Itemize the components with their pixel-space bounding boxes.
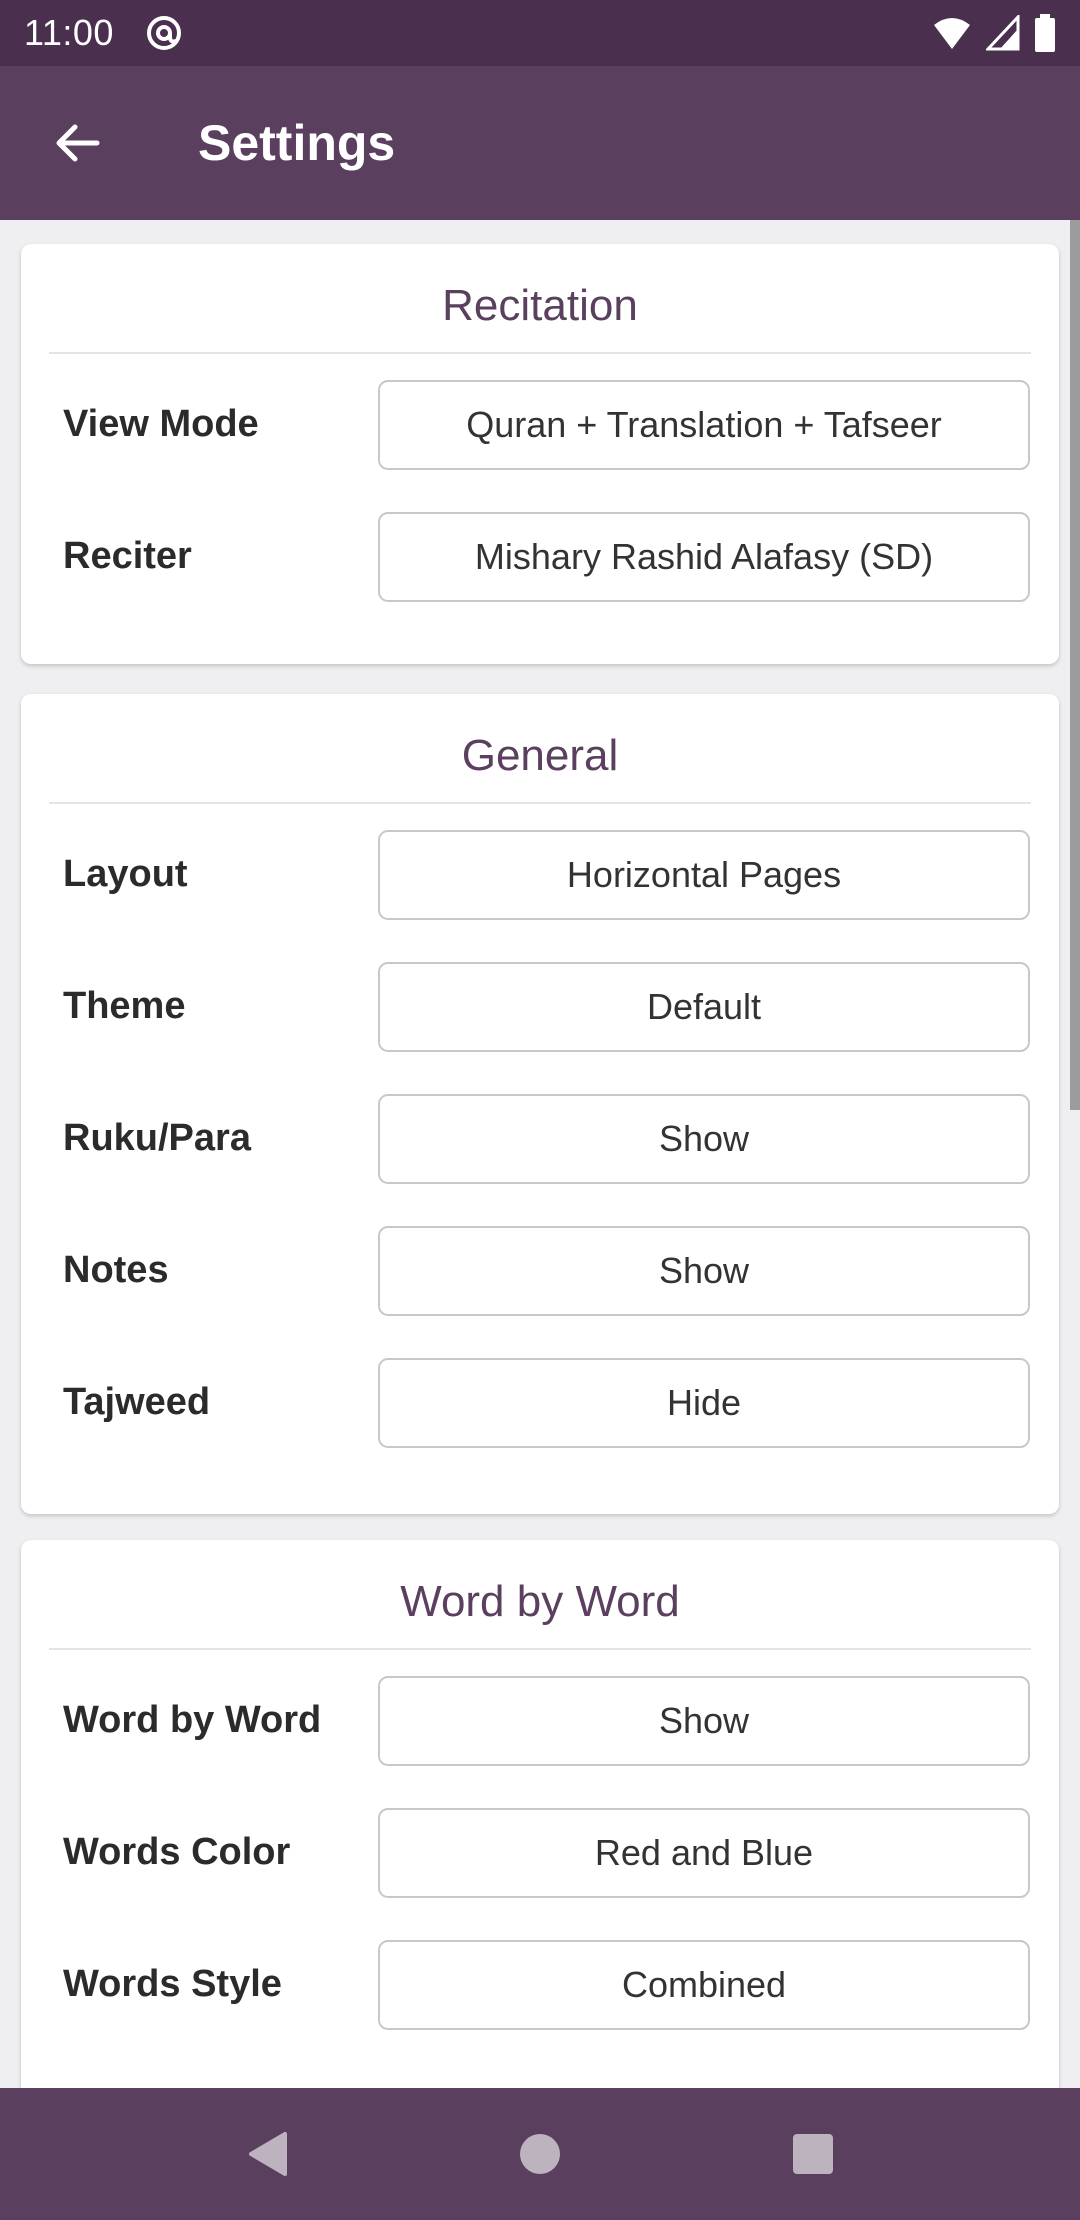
setting-label: Layout [63,852,188,895]
setting-row-words-style: Words Style Combined [21,1918,1059,2050]
nav-back-button[interactable] [227,2114,307,2194]
reciter-select[interactable]: Mishary Rashid Alafasy (SD) [378,512,1030,602]
settings-scroll-area[interactable]: Recitation View Mode Quran + Translation… [0,220,1080,2088]
view-mode-select[interactable]: Quran + Translation + Tafseer [378,380,1030,470]
general-card: General Layout Horizontal Pages Theme De… [21,694,1059,1514]
setting-row-notes: Notes Show [21,1204,1059,1336]
arrow-left-icon [56,124,100,162]
circle-home-icon [519,2134,560,2174]
tajweed-select[interactable]: Hide [378,1358,1030,1448]
page-title: Settings [198,115,396,171]
setting-label: Word by Word [63,1698,322,1741]
setting-row-view-mode: View Mode Quran + Translation + Tafseer [21,358,1059,490]
section-title-recitation: Recitation [49,244,1031,354]
setting-label: Tajweed [63,1380,211,1423]
setting-row-words-color: Words Color Red and Blue [21,1786,1059,1918]
setting-row-reciter: Reciter Mishary Rashid Alafasy (SD) [21,490,1059,622]
setting-row-word-by-word: Word by Word Show [21,1654,1059,1786]
theme-select[interactable]: Default [378,962,1030,1052]
back-button[interactable] [22,88,132,198]
setting-label: Ruku/Para [63,1116,251,1159]
layout-select[interactable]: Horizontal Pages [378,830,1030,920]
system-navigation-bar [0,2088,1080,2220]
setting-row-tajweed: Tajweed Hide [21,1336,1059,1468]
setting-label: Words Style [63,1962,282,2005]
nav-home-button[interactable] [500,2114,580,2194]
setting-row-theme: Theme Default [21,940,1059,1072]
setting-label: View Mode [63,402,259,445]
section-title-general: General [49,694,1031,804]
setting-label: Notes [63,1248,169,1291]
cellular-signal-icon [986,15,1020,51]
status-time: 11:00 [24,12,114,53]
word-by-word-card: Word by Word Word by Word Show Words Col… [21,1540,1059,2088]
status-bar: 11:00 [0,0,1080,66]
app-bar: Settings [0,66,1080,220]
setting-label: Words Color [63,1830,291,1873]
setting-label: Reciter [63,534,192,577]
setting-label: Theme [63,984,186,1027]
setting-row-layout: Layout Horizontal Pages [21,808,1059,940]
triangle-back-icon [248,2132,287,2176]
nav-recents-button[interactable] [773,2114,853,2194]
section-title-word-by-word: Word by Word [49,1540,1031,1650]
ruku-para-select[interactable]: Show [378,1094,1030,1184]
words-color-select[interactable]: Red and Blue [378,1808,1030,1898]
setting-row-ruku-para: Ruku/Para Show [21,1072,1059,1204]
wifi-icon [934,18,970,49]
recitation-card: Recitation View Mode Quran + Translation… [21,244,1059,664]
at-sign-icon [146,16,181,50]
words-style-select[interactable]: Combined [378,1940,1030,2030]
notes-select[interactable]: Show [378,1226,1030,1316]
square-recents-icon [793,2134,834,2174]
word-by-word-select[interactable]: Show [378,1676,1030,1766]
scrollbar[interactable] [1070,220,1080,1110]
battery-icon [1035,14,1055,52]
